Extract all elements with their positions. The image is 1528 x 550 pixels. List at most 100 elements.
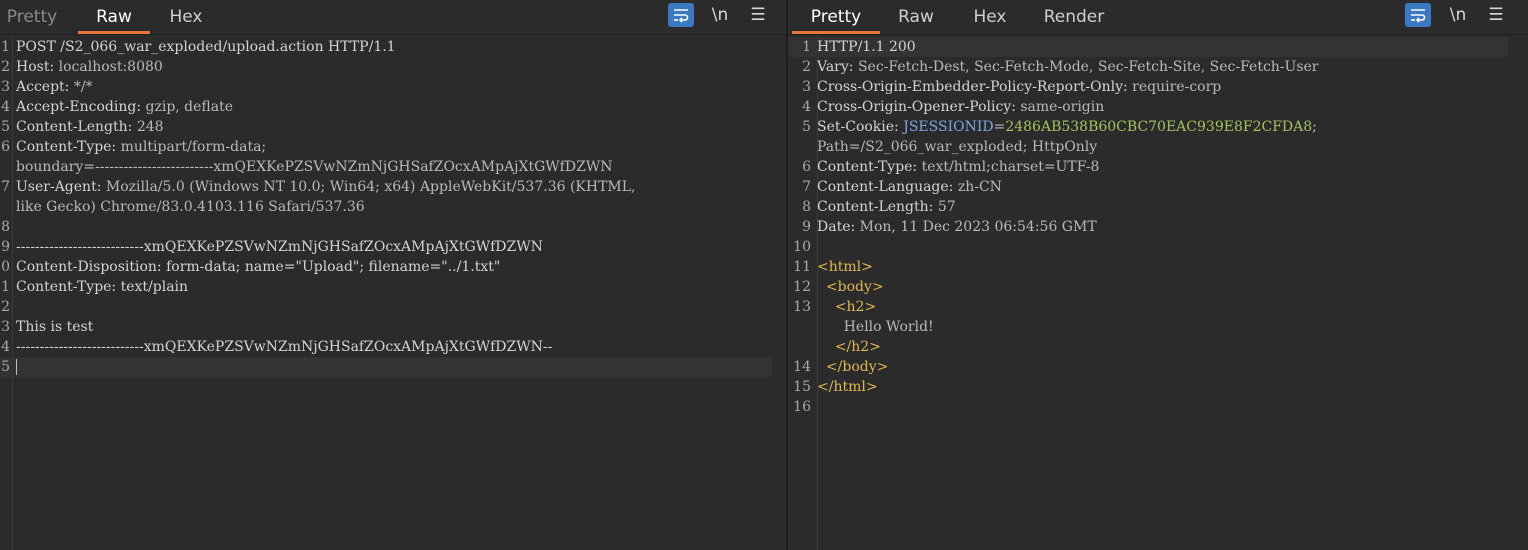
line-number: 0 — [1, 259, 10, 275]
wrap-lines-icon[interactable] — [668, 3, 694, 27]
menu-icon[interactable]: ☰ — [1484, 3, 1508, 27]
code-line: 1 POST /S2_066_war_exploded/upload.action… — [0, 37, 772, 57]
header-value: localhost:8080 — [54, 59, 163, 75]
line-number: 2 — [1, 59, 10, 75]
header-value: 57 — [933, 199, 956, 215]
html-tag: <body> — [825, 279, 884, 295]
tab-pretty[interactable]: Pretty — [792, 0, 880, 34]
tab-hex[interactable]: Hex — [162, 0, 210, 34]
code-line: 9 ---------------------------xmQEXKePZSVw… — [0, 237, 772, 257]
code-line: 4 Accept-Encoding: gzip, deflate — [0, 97, 772, 117]
code-line: 7 Content-Language: zh-CN — [788, 177, 1508, 197]
line-number: 5 — [1, 359, 10, 375]
tab-raw[interactable]: Raw — [892, 0, 940, 34]
line-text: User-Agent: Mozilla/5.0 (Windows NT 10.0… — [10, 177, 636, 197]
line-text — [811, 397, 817, 417]
line-number: 7 — [1, 179, 10, 195]
code-line: 3 Cross-Origin-Embedder-Policy-Report-Onl… — [788, 77, 1508, 97]
line-number: 5 — [1, 119, 10, 135]
code-line: Hello World! — [788, 317, 1508, 337]
header-value: Mozilla/5.0 (Windows NT 10.0; Win64; x64… — [101, 179, 636, 195]
line-text: <html> — [811, 257, 873, 277]
header-name: Content-Type: — [16, 139, 117, 155]
header-name: User-Agent: — [16, 179, 102, 195]
tab-hex[interactable]: Hex — [966, 0, 1014, 34]
line-number: 7 — [802, 179, 811, 195]
code-line: like Gecko) Chrome/83.0.4103.116 Safari/… — [0, 197, 772, 217]
tab-raw[interactable]: Raw — [78, 0, 150, 34]
line-text: Content-Length: 248 — [10, 117, 164, 137]
line-text: Date: Mon, 11 Dec 2023 06:54:56 GMT — [811, 217, 1097, 237]
line-text: like Gecko) Chrome/83.0.4103.116 Safari/… — [10, 197, 365, 217]
line-number: 3 — [1, 79, 10, 95]
code-line: 5 Set-Cookie: JSESSIONID=2486AB538B60CBC7… — [788, 117, 1508, 137]
header-name: Cross-Origin-Embedder-Policy-Report-Only… — [817, 79, 1128, 95]
line-number: 16 — [793, 399, 811, 415]
code-line: 10 — [788, 237, 1508, 257]
response-tabbar: Pretty Raw Hex Render \n ☰ — [788, 0, 1528, 35]
code-line: 9 Date: Mon, 11 Dec 2023 06:54:56 GMT — [788, 217, 1508, 237]
code-line: 0 Content-Disposition: form-data; name="U… — [0, 257, 772, 277]
header-value — [817, 359, 826, 375]
tab-render[interactable]: Render — [1038, 0, 1110, 34]
header-name: Content-Type: text/plain — [16, 279, 189, 295]
code-line: 4 ---------------------------xmQEXKePZSVw… — [0, 337, 772, 357]
line-text — [811, 237, 817, 257]
tab-pretty[interactable]: Pretty — [4, 0, 60, 34]
header-value: zh-CN — [953, 179, 1002, 195]
line-number: 2 — [1, 299, 10, 315]
header-value: boundary=-------------------------xmQEXK… — [16, 159, 613, 175]
request-editor[interactable]: 1 POST /S2_066_war_exploded/upload.action… — [0, 37, 772, 377]
response-editor[interactable]: 1 HTTP/1.1 200 2 Vary: Sec-Fetch-Dest, Sec-… — [788, 37, 1508, 417]
code-line: 2 — [0, 297, 772, 317]
code-line: 8 — [0, 217, 772, 237]
header-name: Content-Length: — [817, 199, 934, 215]
line-text: Cross-Origin-Opener-Policy: same-origin — [811, 97, 1104, 117]
line-text: Path=/S2_066_war_exploded; HttpOnly — [811, 137, 1097, 157]
code-line: 5 — [0, 357, 772, 377]
html-tag: <h2> — [834, 299, 877, 315]
header-value: 248 — [132, 119, 164, 135]
line-number: 6 — [1, 139, 10, 155]
code-line: 3 Accept: */* — [0, 77, 772, 97]
line-number: 4 — [802, 99, 811, 115]
html-tag: <html> — [817, 259, 873, 275]
header-name: Content-Language: — [817, 179, 954, 195]
line-number: 15 — [793, 379, 811, 395]
code-line: 15 </html> — [788, 377, 1508, 397]
line-text: Hello World! — [811, 317, 934, 337]
line-number: 12 — [793, 279, 811, 295]
header-name: Cross-Origin-Opener-Policy: — [817, 99, 1016, 115]
code-line: 7 User-Agent: Mozilla/5.0 (Windows NT 10.… — [0, 177, 772, 197]
line-text: Vary: Sec-Fetch-Dest, Sec-Fetch-Mode, Se… — [811, 57, 1319, 77]
line-number: 1 — [1, 39, 10, 55]
line-text — [10, 357, 17, 377]
header-value: text/html;charset=UTF-8 — [917, 159, 1100, 175]
wrap-lines-icon[interactable] — [1405, 3, 1431, 27]
text-caret — [16, 359, 17, 375]
line-text: HTTP/1.1 200 — [811, 37, 916, 57]
line-text: POST /S2_066_war_exploded/upload.action … — [10, 37, 396, 57]
newline-toggle[interactable]: \n — [706, 3, 734, 27]
line-text: </h2> — [811, 337, 881, 357]
code-line: 1 HTTP/1.1 200 — [788, 37, 1508, 57]
newline-toggle[interactable]: \n — [1444, 3, 1472, 27]
header-value: require-corp — [1127, 79, 1222, 95]
code-line: 14 </body> — [788, 357, 1508, 377]
line-text: ---------------------------xmQEXKePZSVwN… — [10, 237, 543, 257]
header-name: Accept-Encoding: — [16, 99, 142, 115]
header-value: Hello World! — [817, 319, 934, 335]
menu-icon[interactable]: ☰ — [746, 3, 770, 27]
line-number: 10 — [793, 239, 811, 255]
header-value: */* — [69, 79, 93, 95]
header-name: Vary: — [817, 59, 854, 75]
header-value: multipart/form-data; — [116, 139, 267, 155]
line-text: <h2> — [811, 297, 876, 317]
header-value — [817, 339, 835, 355]
line-number: 6 — [802, 159, 811, 175]
line-text: Content-Type: text/html;charset=UTF-8 — [811, 157, 1099, 177]
code-line: 12 <body> — [788, 277, 1508, 297]
cookie-value: 2486AB538B60CBC70EAC939E8F2CFDA8 — [1005, 119, 1313, 135]
line-number: 9 — [802, 219, 811, 235]
line-text: Host: localhost:8080 — [10, 57, 163, 77]
